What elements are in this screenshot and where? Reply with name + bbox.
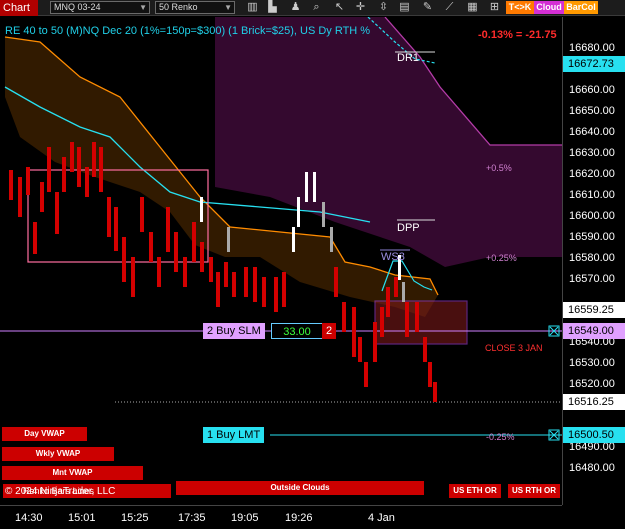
tk-toggle-button[interactable]: T<>K bbox=[506, 1, 534, 14]
outside-clouds-button[interactable]: Outside Clouds bbox=[176, 481, 424, 495]
properties-icon[interactable]: ▤ bbox=[398, 1, 411, 14]
pct-label-minus-025: -0.25% bbox=[486, 432, 515, 442]
last-price-badge: 16516.25 bbox=[563, 394, 625, 410]
price-tick: 16570.00 bbox=[569, 273, 615, 285]
price-tick: 16650.00 bbox=[569, 105, 615, 117]
scale-icon[interactable]: ⇳ bbox=[377, 1, 390, 14]
us-rth-or-button[interactable]: US RTH OR bbox=[508, 484, 560, 498]
time-tick: 14:30 bbox=[15, 512, 43, 524]
price-tick: 16590.00 bbox=[569, 231, 615, 243]
bar-type-selector[interactable]: 50 Renko ▼ bbox=[155, 1, 235, 14]
trendline-icon[interactable]: ⟋ bbox=[443, 1, 456, 14]
drawing-tools-icon[interactable]: ✎ bbox=[421, 1, 434, 14]
price-tick: 16620.00 bbox=[569, 168, 615, 180]
barcol-toggle-button[interactable]: BarCol bbox=[564, 1, 598, 14]
price-tick: 16640.00 bbox=[569, 126, 615, 138]
sell-order-qty[interactable]: 2 bbox=[322, 323, 336, 339]
crosshair-icon[interactable]: ✛ bbox=[354, 1, 367, 14]
price-tick: 16600.00 bbox=[569, 210, 615, 222]
price-tick: 16480.00 bbox=[569, 462, 615, 474]
time-tick: 15:25 bbox=[121, 512, 149, 524]
chart-tab[interactable]: Chart bbox=[0, 0, 38, 16]
limit-price-badge: 16500.50 bbox=[563, 427, 625, 443]
dr1-label: DR1 bbox=[397, 52, 420, 64]
wkly-vwap-button[interactable]: Wkly VWAP bbox=[2, 447, 114, 461]
last-price-top-badge: 16672.73 bbox=[563, 56, 625, 72]
chart-title: RE 40 to 50 (M)NQ Dec 20 (1%=150p=$300) … bbox=[5, 25, 371, 37]
chevron-down-icon: ▼ bbox=[224, 3, 232, 12]
pct-label-plus-05: +0.5% bbox=[486, 163, 512, 173]
instrument-value: MNQ 03-24 bbox=[54, 2, 101, 12]
instrument-selector[interactable]: MNQ 03-24 ▼ bbox=[50, 1, 150, 14]
time-axis[interactable]: 14:30 15:01 15:25 17:35 19:05 19:26 4 Ja… bbox=[0, 505, 562, 529]
chart-toolbar: Chart MNQ 03-24 ▼ 50 Renko ▼ ▥ ▙ ♟ ⌕ ↖ ✛ ⇳… bbox=[0, 0, 625, 16]
time-tick: 15:01 bbox=[68, 512, 96, 524]
time-tick: 19:26 bbox=[285, 512, 313, 524]
price-tick: 16610.00 bbox=[569, 189, 615, 201]
bar-type-value: 50 Renko bbox=[159, 2, 198, 12]
pct-label-plus-025: +0.25% bbox=[486, 253, 517, 263]
pointer-icon[interactable]: ↖ bbox=[333, 1, 346, 14]
price-tick: 16630.00 bbox=[569, 147, 615, 159]
price-tick: 16530.00 bbox=[569, 357, 615, 369]
price-tick: 16680.00 bbox=[569, 42, 615, 54]
mnt-vwap-button[interactable]: Mnt VWAP bbox=[2, 466, 143, 480]
order-price-badge: 16549.00 bbox=[563, 323, 625, 339]
time-tick: 4 Jan bbox=[368, 512, 395, 524]
copyright: © 2024 NinjaTrader, LLC bbox=[5, 486, 116, 497]
more-icon[interactable]: ⊞ bbox=[488, 1, 501, 14]
close-label: CLOSE 3 JAN bbox=[485, 343, 543, 353]
session-change: -0.13% = -21.75 bbox=[478, 29, 557, 41]
indicators-icon[interactable]: ▙ bbox=[266, 1, 279, 14]
chevron-down-icon: ▼ bbox=[139, 3, 147, 12]
price-badge: 16559.25 bbox=[563, 302, 625, 318]
day-vwap-button[interactable]: Day VWAP bbox=[2, 427, 87, 441]
ichimoku-cloud bbox=[215, 17, 562, 267]
price-tick: 16520.00 bbox=[569, 378, 615, 390]
time-tick: 17:35 bbox=[178, 512, 206, 524]
limit-order-tag[interactable]: 1 Buy LMT bbox=[203, 427, 265, 443]
cloud-toggle-button[interactable]: Cloud bbox=[534, 1, 564, 14]
bars-icon[interactable]: ▥ bbox=[246, 1, 259, 14]
dpp-label: DPP bbox=[397, 222, 420, 234]
price-tick: 16660.00 bbox=[569, 84, 615, 96]
price-axis[interactable]: 16680.00 16660.00 16650.00 16640.00 1663… bbox=[562, 17, 625, 505]
sell-order-tag[interactable]: 2 Buy SLM bbox=[203, 323, 265, 339]
ws3-label: WS3 bbox=[381, 251, 405, 263]
us-eth-or-button[interactable]: US ETH OR bbox=[449, 484, 501, 498]
zoom-icon[interactable]: ⌕ bbox=[310, 1, 323, 14]
strategies-icon[interactable]: ♟ bbox=[289, 1, 302, 14]
price-tick: 16580.00 bbox=[569, 252, 615, 264]
sell-order-price[interactable]: 33.00 bbox=[271, 323, 323, 339]
time-tick: 19:05 bbox=[231, 512, 259, 524]
chart-trader-icon[interactable]: ▦ bbox=[466, 1, 479, 14]
